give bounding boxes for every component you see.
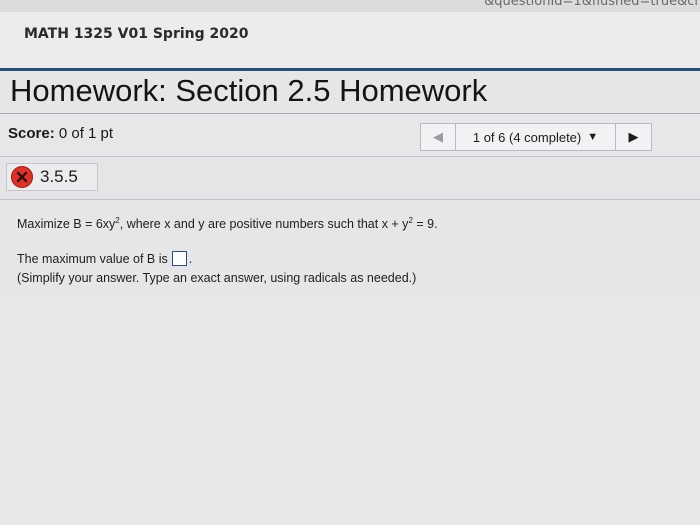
score-value: 0 of 1 pt	[58, 125, 114, 142]
answer-instructions: (Simplify your answer. Type an exact ans…	[17, 271, 417, 285]
next-question-button[interactable]: ▶	[616, 123, 652, 151]
homework-title: Homework: Section 2.5 Homework	[10, 73, 488, 108]
workspace-area	[0, 295, 700, 525]
x-circle-icon	[11, 166, 33, 188]
answer-label: The maximum value of B is	[17, 251, 168, 266]
answer-period: .	[188, 251, 193, 266]
course-header: MATH 1325 V01 Spring 2020	[0, 12, 700, 70]
answer-line: The maximum value of B is .	[17, 251, 192, 266]
question-navigator: ◀ 1 of 6 (4 complete) ▼ ▶	[420, 123, 652, 151]
question-divider	[0, 199, 700, 200]
prompt-text-3: = 9.	[412, 217, 438, 232]
url-text: &questionId=1&flushed=true&cl	[484, 0, 698, 9]
previous-question-button[interactable]: ◀	[420, 123, 456, 151]
right-arrow-icon: ▶	[628, 129, 639, 144]
question-number: 3.5.5	[40, 167, 78, 186]
question-selector-dropdown[interactable]: 1 of 6 (4 complete) ▼	[456, 123, 616, 151]
score: Score: 0 of 1 pt	[8, 125, 113, 142]
question-id-bar: 3.5.5	[0, 157, 700, 198]
score-label: Score:	[8, 125, 55, 142]
answer-input[interactable]	[171, 251, 187, 266]
course-title: MATH 1325 V01 Spring 2020	[24, 26, 249, 42]
question-prompt: Maximize B = 6xy2, where x and y are pos…	[17, 216, 438, 231]
question-id: 3.5.5	[6, 163, 98, 191]
question-progress: 1 of 6 (4 complete)	[472, 129, 582, 145]
prompt-text-2: , where x and y are positive numbers suc…	[119, 217, 409, 232]
prompt-text-1: Maximize B = 6xy	[17, 217, 116, 232]
left-arrow-icon: ◀	[433, 129, 443, 144]
caret-down-icon: ▼	[587, 131, 599, 143]
score-bar: Score: 0 of 1 pt ◀ 1 of 6 (4 complete) ▼…	[0, 114, 700, 157]
browser-url-strip[interactable]: &questionId=1&flushed=true&cl	[0, 0, 700, 12]
